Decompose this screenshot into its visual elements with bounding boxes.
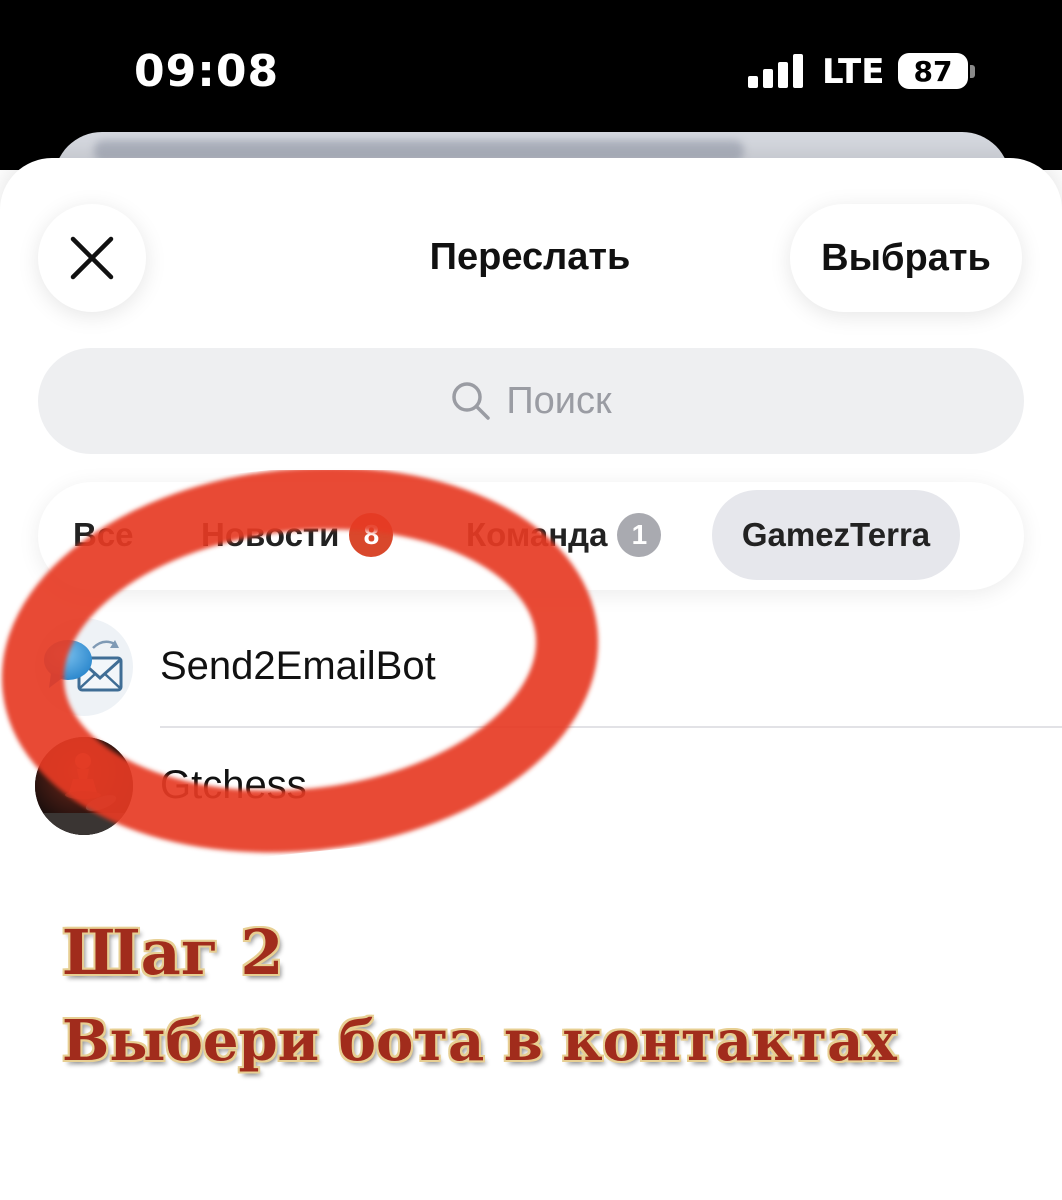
- battery-level: 87: [913, 54, 953, 88]
- chat-row-gtchess[interactable]: Gtchess: [0, 727, 1062, 845]
- tab-all[interactable]: Все: [73, 490, 134, 580]
- tab-label: Команда: [466, 516, 608, 553]
- tab-news[interactable]: Новости 8: [201, 490, 394, 580]
- signal-icon: [748, 54, 803, 88]
- tab-team[interactable]: Команда 1: [466, 490, 662, 580]
- avatar: [35, 618, 133, 716]
- close-button[interactable]: [38, 204, 146, 312]
- tab-label: GamezTerra: [741, 516, 931, 553]
- tab-gamezterra[interactable]: GamezTerra: [712, 490, 960, 580]
- battery-icon: 87: [898, 53, 968, 89]
- caption-step: Шаг 2: [62, 916, 284, 989]
- search-input[interactable]: Поиск: [38, 348, 1024, 454]
- status-time: 09:08: [134, 46, 280, 97]
- tab-label: Новости: [201, 516, 340, 553]
- unread-badge: 8: [349, 513, 394, 557]
- battery-cap: [970, 65, 975, 78]
- tab-label: Все: [73, 516, 134, 553]
- search-icon: [452, 382, 491, 420]
- close-icon: [70, 236, 114, 280]
- network-type: LTE: [822, 52, 885, 92]
- chat-name: Send2EmailBot: [160, 644, 436, 688]
- folder-tabs: Все Новости 8 Команда 1 GamezTerra: [38, 482, 1024, 590]
- unread-badge: 1: [617, 513, 662, 557]
- search-placeholder: Поиск: [506, 379, 612, 422]
- avatar: [35, 737, 133, 835]
- caption-hint: Выбери бота в контактах: [62, 1008, 897, 1074]
- select-button[interactable]: Выбрать: [790, 204, 1022, 312]
- chat-row-send2emailbot[interactable]: Send2EmailBot: [0, 608, 1062, 726]
- email-bot-icon: [44, 640, 123, 692]
- sheet-title: Переслать: [429, 236, 631, 278]
- chat-name: Gtchess: [160, 763, 307, 807]
- chess-pawn-avatar: [35, 737, 133, 835]
